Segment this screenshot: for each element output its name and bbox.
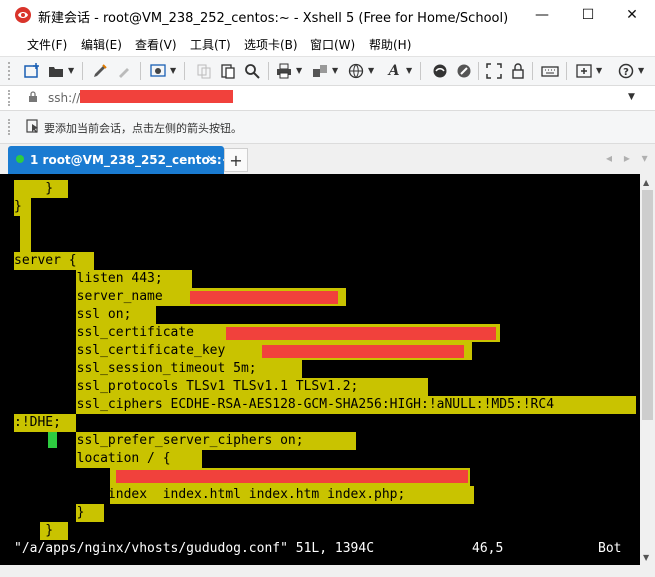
tab-close-icon[interactable]: × <box>206 152 216 166</box>
terminal-line: } <box>14 181 54 196</box>
redaction-certificate-key <box>262 345 464 358</box>
padlock-icon <box>28 91 38 106</box>
selection-highlight <box>20 216 31 252</box>
open-dropdown-chevron-icon[interactable]: ▼ <box>68 66 74 75</box>
terminal-line: } <box>14 199 22 214</box>
tab-navigation-arrows[interactable]: ◂ ▸ ▾ <box>606 151 652 165</box>
xftp-icon[interactable] <box>430 61 450 81</box>
lock-icon[interactable] <box>508 61 528 81</box>
status-scroll-position: Bot <box>598 541 622 556</box>
minimize-button[interactable]: — <box>519 0 565 30</box>
svg-text:?: ? <box>623 67 629 78</box>
redaction-certificate <box>226 327 496 340</box>
terminal-line: ssl_prefer_server_ciphers on; <box>14 433 304 448</box>
terminal-line: ssl_certificate <box>14 325 202 340</box>
help-icon[interactable]: ? <box>616 61 636 81</box>
toolbar-handle <box>8 62 10 80</box>
help-dropdown-chevron-icon[interactable]: ▼ <box>638 66 644 75</box>
terminal-line: ssl_session_timeout 5m; <box>14 361 257 376</box>
terminal-cursor <box>48 432 57 448</box>
close-button[interactable]: ✕ <box>609 0 655 30</box>
open-folder-icon[interactable] <box>46 61 66 81</box>
font-dropdown-chevron-icon[interactable]: ▼ <box>406 66 412 75</box>
terminal-line: ssl_protocols TLSv1 TLSv1.1 TLSv1.2; <box>14 379 359 394</box>
pen-icon[interactable] <box>90 61 110 81</box>
window-bottom-border <box>0 565 655 577</box>
scroll-down-arrow-icon[interactable]: ▼ <box>643 553 649 562</box>
new-tab-icon[interactable] <box>574 61 594 81</box>
menu-edit[interactable]: 编辑(E) <box>81 36 122 53</box>
terminal-line: index index.html index.htm index.php; <box>14 487 406 502</box>
new-tab-dropdown-chevron-icon[interactable]: ▼ <box>596 66 602 75</box>
xagent-icon[interactable] <box>454 61 474 81</box>
menu-tools[interactable]: 工具(T) <box>190 36 231 53</box>
vim-status-line: "/a/apps/nginx/vhosts/gududog.conf" 51L,… <box>14 540 621 558</box>
print-dropdown-chevron-icon[interactable]: ▼ <box>296 66 302 75</box>
terminal-line: ssl on; <box>14 307 132 322</box>
paste-icon[interactable] <box>218 61 238 81</box>
menu-help[interactable]: 帮助(H) <box>369 36 411 53</box>
window-title: 新建会话 - root@VM_238_252_centos:~ - Xshell… <box>38 11 509 26</box>
globe-dropdown-chevron-icon[interactable]: ▼ <box>368 66 374 75</box>
title-bar: 新建会话 - root@VM_238_252_centos:~ - Xshell… <box>0 0 655 30</box>
menu-file[interactable]: 文件(F) <box>27 36 67 53</box>
terminal-line: } <box>14 523 54 538</box>
toolbar-separator <box>268 62 269 80</box>
find-icon[interactable] <box>242 61 262 81</box>
scrollbar-thumb[interactable] <box>642 190 653 420</box>
xshell-app-icon <box>14 6 32 24</box>
connection-status-icon <box>16 155 24 163</box>
terminal-line: server { <box>14 253 77 268</box>
clear-icon[interactable] <box>114 61 134 81</box>
terminal-line: listen 443; <box>14 271 163 286</box>
status-file-info: "/a/apps/nginx/vhosts/gududog.conf" 51L,… <box>14 541 375 556</box>
menu-tabs[interactable]: 选项卡(B) <box>244 36 298 53</box>
toolbar-separator <box>532 62 533 80</box>
terminal-line: ssl_certificate_key <box>14 343 234 358</box>
hint-text: 要添加当前会话，点击左侧的箭头按钮。 <box>44 122 242 135</box>
terminal-line: server_name <box>14 289 171 304</box>
toolbar: ▼ ▼ ▼ ▼ ▼ A ▼ ▼ ? ▼ <box>0 57 655 86</box>
address-redaction <box>80 90 233 103</box>
font-icon[interactable]: A <box>384 61 404 81</box>
terminal-line: } <box>14 505 85 520</box>
toolbar-separator <box>184 62 185 80</box>
add-session-arrow-icon[interactable] <box>26 119 40 137</box>
address-text: ssh:// <box>48 91 81 105</box>
address-dropdown-chevron-icon[interactable]: ▼ <box>628 92 635 102</box>
menu-bar: 文件(F) 编辑(E) 查看(V) 工具(T) 选项卡(B) 窗口(W) 帮助(… <box>0 30 655 57</box>
fullscreen-icon[interactable] <box>484 61 504 81</box>
toolbar-separator <box>82 62 83 80</box>
terminal-line: :!DHE; <box>14 415 61 430</box>
settings-icon[interactable] <box>148 61 168 81</box>
terminal-line: location / { <box>14 451 171 466</box>
status-cursor-position: 46,5 <box>472 541 504 556</box>
terminal-line: ssl_ciphers ECDHE-RSA-AES128-GCM-SHA256:… <box>14 397 555 412</box>
keyboard-icon[interactable] <box>540 61 560 81</box>
toolbar-separator <box>420 62 421 80</box>
scroll-up-arrow-icon[interactable]: ▲ <box>643 178 649 187</box>
copy-icon[interactable] <box>194 61 214 81</box>
redaction-root <box>116 470 468 483</box>
menu-window[interactable]: 窗口(W) <box>310 36 355 53</box>
tab-label[interactable]: 1 root@VM_238_252_centos:~ <box>30 153 232 167</box>
print-icon[interactable] <box>274 61 294 81</box>
toolbar-separator <box>478 62 479 80</box>
address-bar-handle <box>8 90 13 106</box>
settings-dropdown-chevron-icon[interactable]: ▼ <box>170 66 176 75</box>
menu-view[interactable]: 查看(V) <box>135 36 177 53</box>
terminal-screen[interactable]: } } server { listen 443; server_name ssl… <box>0 174 640 565</box>
hint-bar: 要添加当前会话，点击左侧的箭头按钮。 <box>0 111 655 144</box>
toolbar-separator <box>140 62 141 80</box>
add-tab-button[interactable]: + <box>224 148 248 172</box>
transfer-icon[interactable] <box>310 61 330 81</box>
toolbar-separator <box>566 62 567 80</box>
hint-bar-handle <box>8 119 13 135</box>
globe-icon[interactable] <box>346 61 366 81</box>
new-session-icon[interactable] <box>22 61 42 81</box>
maximize-button[interactable]: ☐ <box>565 0 611 30</box>
transfer-dropdown-chevron-icon[interactable]: ▼ <box>332 66 338 75</box>
redaction-server-name <box>190 291 338 304</box>
